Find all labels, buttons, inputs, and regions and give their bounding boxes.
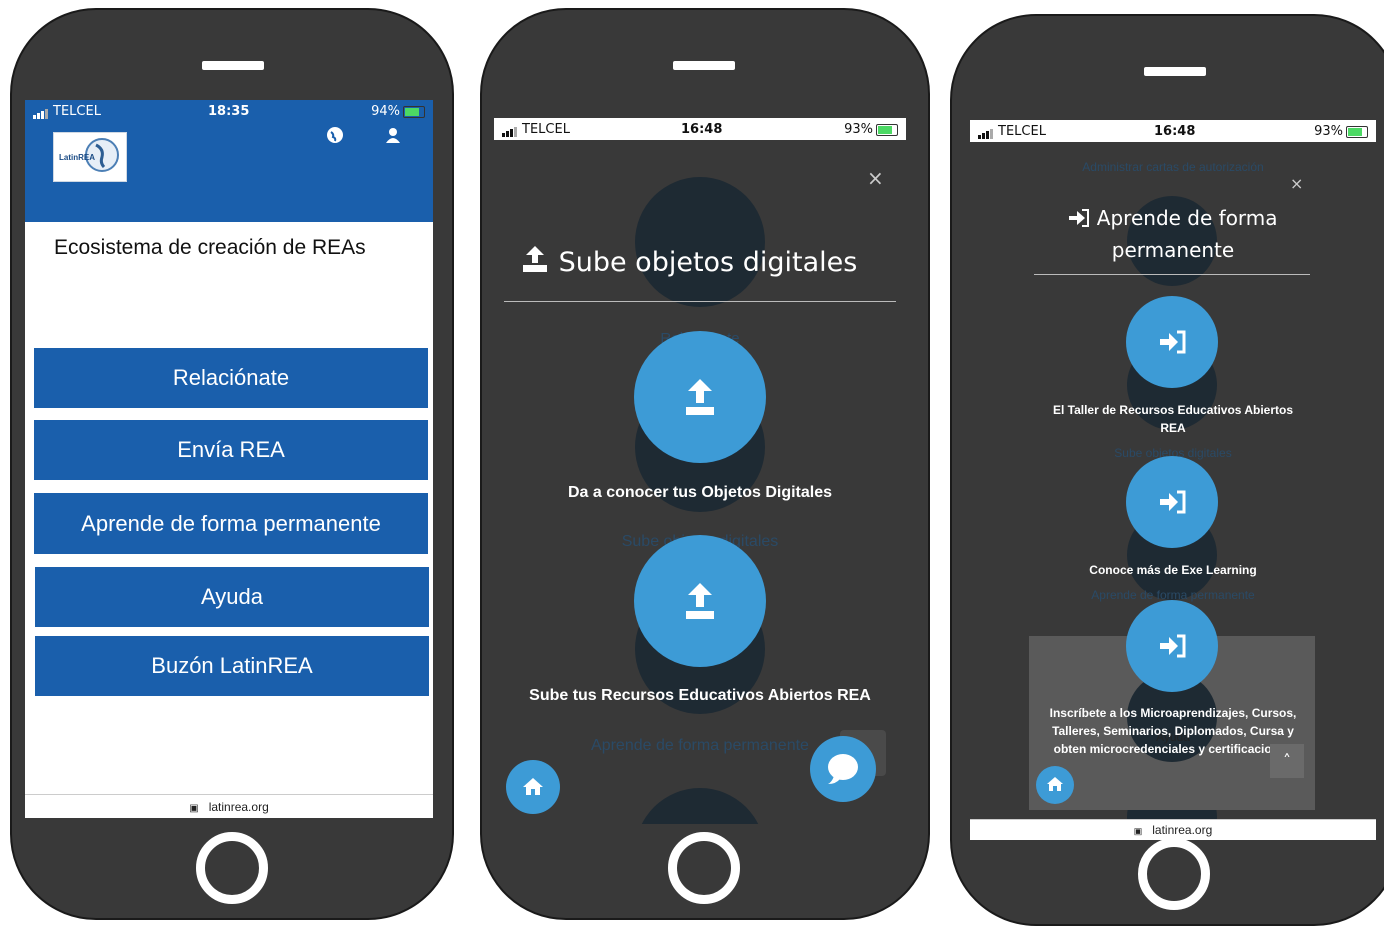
item2-upload-button[interactable] <box>634 535 766 667</box>
logo[interactable]: LatinREA <box>53 132 127 182</box>
item1-label-line1: El Taller de Recursos Educativos Abierto… <box>1052 403 1294 417</box>
url-bar[interactable]: ▣ latinrea.org <box>25 794 433 818</box>
item1-label-line2: REA <box>1160 421 1186 435</box>
battery-percent: 93% <box>844 122 873 137</box>
item3-label-line1: Inscríbete a los Microaprendizajes, Curs… <box>1049 706 1297 720</box>
page-title: Ecosistema de creación de REAs <box>54 236 366 259</box>
item3-button[interactable] <box>1126 600 1218 692</box>
modal-title-line1: Aprende de forma <box>1096 206 1278 230</box>
status-bar: TELCEL 16:48 93% <box>970 120 1376 142</box>
home-button-3[interactable] <box>1138 838 1210 910</box>
sign-in-icon <box>1160 330 1186 354</box>
carrier: TELCEL <box>502 122 570 137</box>
sign-in-icon <box>1068 206 1096 230</box>
chevron-up-icon: ˄ <box>1283 751 1291 770</box>
home-button-2[interactable] <box>668 832 740 904</box>
carrier-name: TELCEL <box>998 124 1046 139</box>
home-fab[interactable] <box>1036 766 1074 804</box>
item1-upload-button[interactable] <box>634 331 766 463</box>
carrier-name: TELCEL <box>522 122 570 137</box>
bg-top-text: Administrar cartas de autorización <box>1082 160 1264 174</box>
carrier: TELCEL <box>978 124 1046 139</box>
battery-percent: 93% <box>1314 124 1343 139</box>
modal-title-line2: permanente <box>1111 238 1235 262</box>
modal-title-text: Sube objetos digitales <box>558 247 858 278</box>
menu-relacionate-button[interactable]: Relaciónate <box>34 348 428 408</box>
item2-label[interactable]: Sube tus Recursos Educativos Abiertos RE… <box>494 687 906 705</box>
screen-2: TELCEL 16:48 93% Relaciónate Sube objeto… <box>494 118 906 824</box>
home-icon <box>523 778 543 795</box>
battery: 93% <box>844 122 898 137</box>
modal-title: Aprende de forma permanente <box>970 202 1376 266</box>
sign-in-icon <box>1160 634 1186 658</box>
battery: 93% <box>1314 124 1368 139</box>
clock: 16:48 <box>681 122 723 137</box>
screen-1: TELCEL 18:35 94% LatinREA Ecosistema de … <box>25 100 433 818</box>
chat-fab[interactable] <box>810 736 876 802</box>
item1-button[interactable] <box>1126 296 1218 388</box>
carrier: TELCEL <box>33 104 101 119</box>
item2-button[interactable] <box>1126 456 1218 548</box>
divider <box>1034 274 1310 275</box>
item1-label[interactable]: El Taller de Recursos Educativos Abierto… <box>970 401 1376 437</box>
status-bar: TELCEL 18:35 94% <box>25 100 433 122</box>
signal-icon <box>502 122 518 137</box>
speaker-2 <box>673 61 735 70</box>
home-button-1[interactable] <box>196 832 268 904</box>
home-fab[interactable] <box>506 760 560 814</box>
menu-envia-rea-button[interactable]: Envía REA <box>34 420 428 480</box>
item1-label[interactable]: Da a conocer tus Objetos Digitales <box>494 484 906 502</box>
modal-title: Sube objetos digitales <box>520 244 857 278</box>
home-icon <box>1047 777 1063 791</box>
bg-network-circle <box>635 177 765 307</box>
item3-label[interactable]: Inscríbete a los Microaprendizajes, Curs… <box>970 704 1376 758</box>
chat-icon <box>828 754 858 784</box>
menu-ayuda-button[interactable]: Ayuda <box>35 567 429 627</box>
signal-icon <box>978 124 994 139</box>
close-icon[interactable]: × <box>867 166 884 190</box>
battery-icon <box>1346 125 1368 138</box>
bg-circle-4 <box>635 788 765 824</box>
battery-icon <box>403 105 425 118</box>
clock: 16:48 <box>1154 124 1196 139</box>
item2-label[interactable]: Conoce más de Exe Learning <box>970 563 1376 577</box>
close-icon[interactable]: × <box>1290 174 1303 193</box>
url-text: latinrea.org <box>1152 823 1213 837</box>
battery-percent: 94% <box>371 104 400 119</box>
url-bar[interactable]: ▣ latinrea.org <box>970 819 1376 840</box>
url-text: latinrea.org <box>208 800 269 814</box>
divider <box>504 301 896 302</box>
lock-icon: ▣ <box>1133 826 1143 836</box>
battery: 94% <box>371 104 425 119</box>
clock: 18:35 <box>208 104 250 119</box>
logo-text: LatinREA <box>59 153 95 162</box>
item3-label-line2: Talleres, Seminarios, Diplomados, Cursa … <box>1052 724 1294 738</box>
speaker-1 <box>202 61 264 70</box>
upload-icon <box>520 246 559 278</box>
status-bar: TELCEL 16:48 93% <box>494 118 906 140</box>
user-icon[interactable] <box>385 127 401 143</box>
sign-in-icon <box>1160 490 1186 514</box>
signal-icon <box>33 104 49 119</box>
speaker-3 <box>1144 67 1206 76</box>
screen-3: TELCEL 16:48 93% Administrar cartas de a… <box>970 120 1376 840</box>
carrier-name: TELCEL <box>53 104 101 119</box>
menu-aprende-button[interactable]: Aprende de forma permanente <box>34 493 428 554</box>
item3-label-line3: obten microcredenciales y certificacione… <box>1053 742 1293 756</box>
battery-icon <box>876 123 898 136</box>
lock-icon: ▣ <box>189 803 199 814</box>
globe-icon[interactable] <box>327 127 343 143</box>
menu-buzon-button[interactable]: Buzón LatinREA <box>35 636 429 696</box>
upload-icon <box>686 379 714 415</box>
upload-icon <box>686 583 714 619</box>
scroll-top-button[interactable]: ˄ <box>1270 744 1304 778</box>
